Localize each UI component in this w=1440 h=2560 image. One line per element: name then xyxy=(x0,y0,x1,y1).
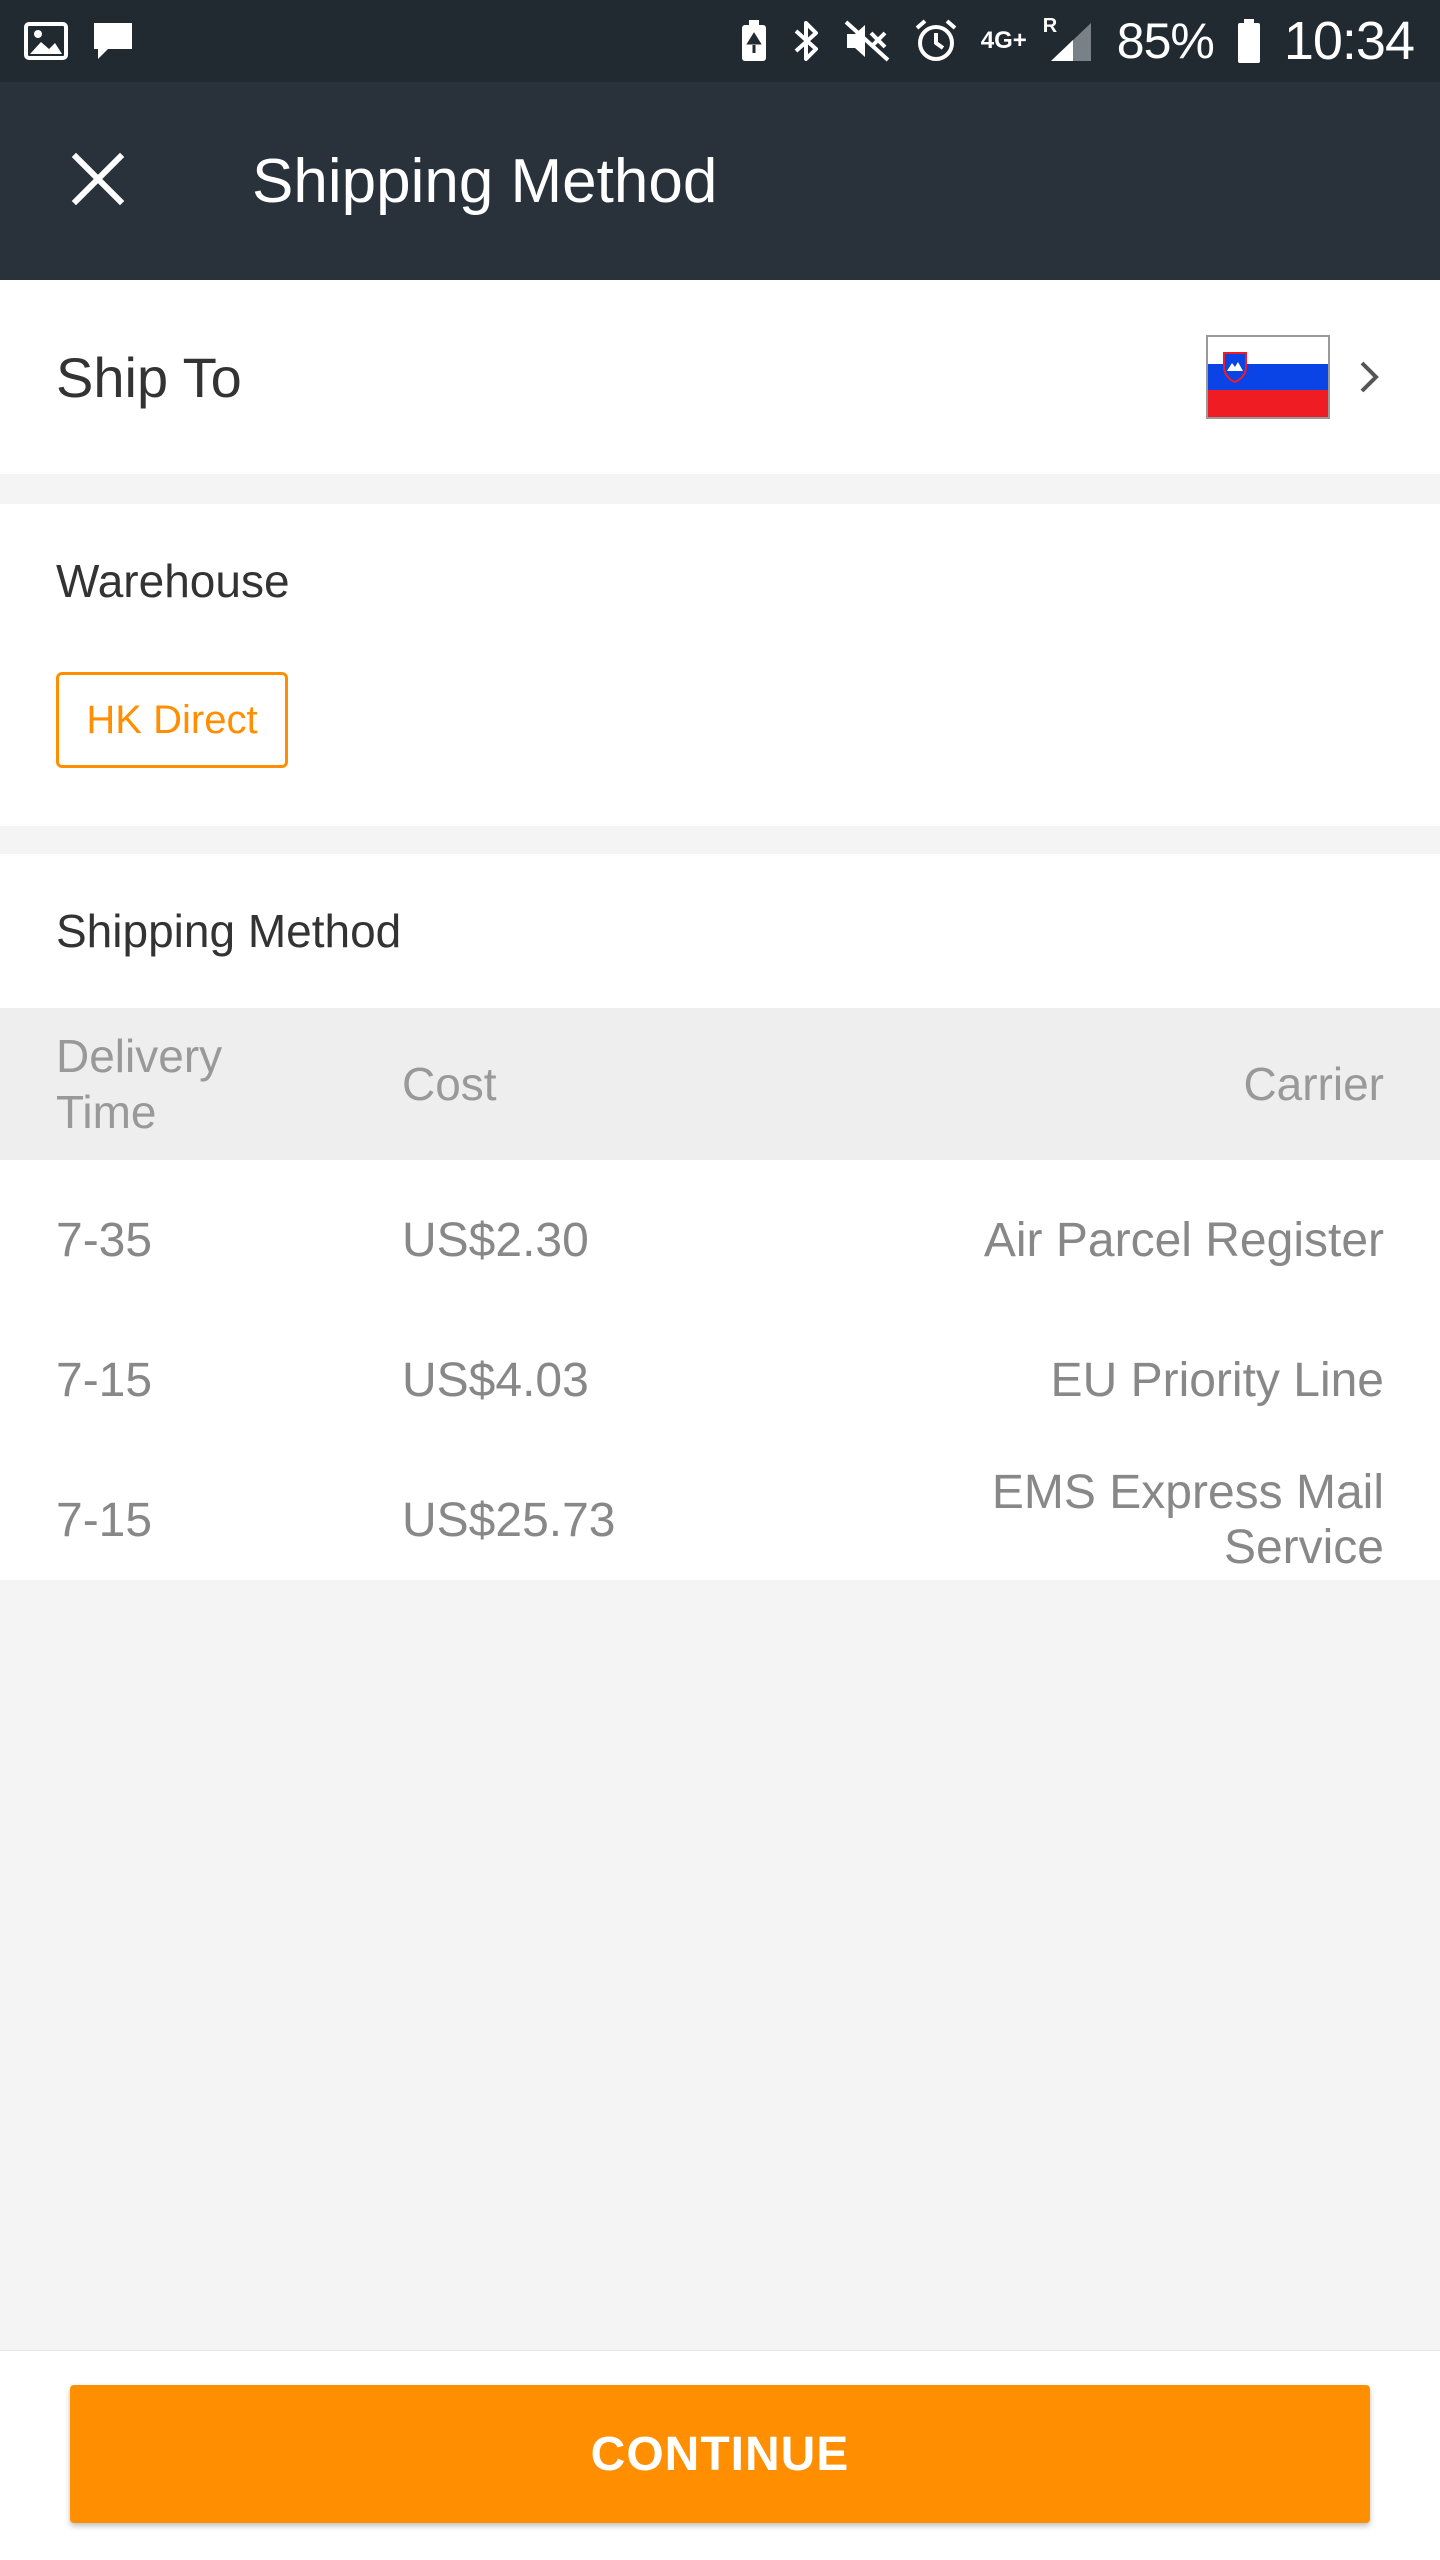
app-bar: Shipping Method xyxy=(0,82,1440,280)
gallery-icon xyxy=(24,21,68,61)
battery-saver-icon xyxy=(739,19,769,63)
column-header-delivery-time: Delivery Time xyxy=(56,1030,223,1138)
table-row[interactable]: 7-15 US$4.03 EU Priority Line xyxy=(0,1310,1440,1450)
alarm-icon xyxy=(913,18,959,64)
section-divider xyxy=(0,474,1440,504)
ship-to-row[interactable]: Ship To xyxy=(0,280,1440,474)
empty-area xyxy=(0,1580,1440,2350)
warehouse-section: Warehouse HK Direct xyxy=(0,504,1440,826)
cost-cell: US$2.30 xyxy=(402,1213,589,1267)
battery-percent: 85% xyxy=(1116,13,1215,69)
chevron-right-icon xyxy=(1354,357,1384,397)
warehouse-option-hk-direct[interactable]: HK Direct xyxy=(56,672,288,768)
ship-to-selector[interactable] xyxy=(1206,335,1384,419)
battery-icon xyxy=(1236,18,1262,64)
carrier-cell: Air Parcel Register xyxy=(983,1213,1384,1267)
bottom-action-bar: CONTINUE xyxy=(0,2350,1440,2560)
roaming-indicator: R xyxy=(1042,15,1058,37)
cost-cell: US$25.73 xyxy=(402,1493,616,1547)
shipping-table-header: Delivery Time Cost Carrier xyxy=(0,1008,1440,1160)
status-bar: 4G+ R 85% 10:34 xyxy=(0,0,1440,82)
continue-button[interactable]: CONTINUE xyxy=(70,2385,1370,2523)
table-row[interactable]: 7-35 US$2.30 Air Parcel Register xyxy=(0,1170,1440,1310)
ship-to-label: Ship To xyxy=(56,345,242,409)
column-header-carrier: Carrier xyxy=(1243,1058,1384,1110)
signal-icon: R xyxy=(1043,15,1095,63)
network-type-icon: 4G+ xyxy=(980,27,1027,54)
warehouse-label: Warehouse xyxy=(56,555,290,607)
page-title: Shipping Method xyxy=(252,146,718,216)
message-icon xyxy=(90,19,136,63)
flag-stripe-red xyxy=(1208,390,1328,417)
slovenia-flag-icon xyxy=(1206,335,1330,419)
table-row[interactable]: 7-15 US$25.73 EMS Express Mail Service xyxy=(0,1450,1440,1590)
close-button[interactable] xyxy=(38,121,158,241)
delivery-time-cell: 7-15 xyxy=(56,1353,153,1407)
close-icon xyxy=(70,151,126,212)
delivery-time-cell: 7-35 xyxy=(56,1213,153,1267)
status-bar-left xyxy=(24,19,136,63)
coat-of-arms-icon xyxy=(1223,352,1247,383)
shipping-method-header: Shipping Method xyxy=(0,854,1440,1008)
mute-icon xyxy=(843,19,891,63)
carrier-cell: EMS Express Mail Service xyxy=(991,1466,1384,1574)
column-header-cost: Cost xyxy=(402,1058,497,1110)
clock: 10:34 xyxy=(1283,11,1415,71)
section-divider xyxy=(0,826,1440,854)
cost-cell: US$4.03 xyxy=(402,1353,589,1407)
carrier-cell: EU Priority Line xyxy=(1050,1353,1384,1407)
shipping-method-label: Shipping Method xyxy=(56,905,402,957)
bluetooth-icon xyxy=(791,18,821,64)
delivery-time-cell: 7-15 xyxy=(56,1493,153,1547)
shipping-table-body: 7-35 US$2.30 Air Parcel Register 7-15 US… xyxy=(0,1160,1440,1580)
status-bar-right: 4G+ R 85% 10:34 xyxy=(739,10,1415,72)
